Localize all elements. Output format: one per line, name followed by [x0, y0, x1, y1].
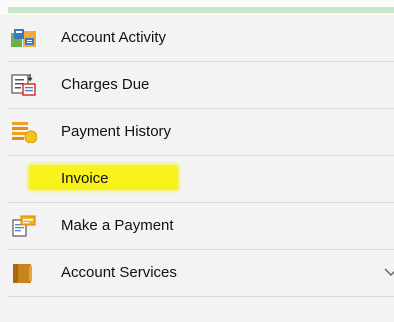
navigation-menu: Account Activity Charges Due Payment His… — [8, 15, 394, 297]
account-activity-icon — [11, 27, 37, 49]
menu-item-label: Invoice — [61, 170, 109, 187]
top-strip — [0, 0, 394, 15]
menu-item-label: Make a Payment — [61, 217, 174, 234]
make-payment-icon — [11, 215, 37, 237]
menu-item-payment-history[interactable]: Payment History — [8, 109, 394, 156]
menu-item-invoice[interactable]: Invoice — [8, 156, 394, 203]
menu-item-charges-due[interactable]: Charges Due — [8, 62, 394, 109]
accent-bar — [8, 7, 394, 13]
menu-item-make-a-payment[interactable]: Make a Payment — [8, 203, 394, 250]
account-services-icon — [11, 262, 37, 284]
menu-item-account-services[interactable]: Account Services — [8, 250, 394, 297]
menu-item-label: Account Services — [61, 264, 177, 281]
menu-item-account-activity[interactable]: Account Activity — [8, 15, 394, 62]
chevron-down-icon[interactable] — [384, 265, 394, 279]
menu-item-label: Account Activity — [61, 29, 167, 46]
charges-due-icon — [11, 74, 37, 96]
payment-history-icon — [11, 121, 38, 144]
menu-item-label: Payment History — [61, 123, 172, 140]
menu-item-label: Charges Due — [61, 76, 150, 93]
